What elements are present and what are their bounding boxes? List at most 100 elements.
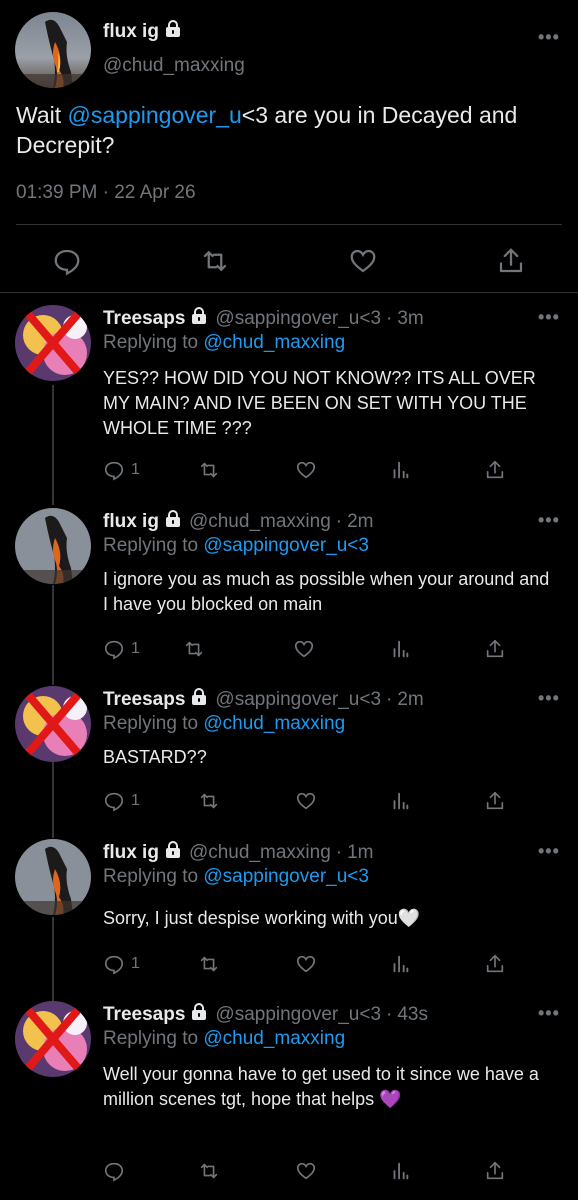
analytics-icon[interactable] <box>389 458 411 482</box>
analytics-icon[interactable] <box>389 952 411 976</box>
reply-button[interactable]: 1 <box>103 637 140 661</box>
reply-text: YES?? HOW DID YOU NOT KNOW?? ITS ALL OVE… <box>103 368 536 438</box>
thread-line <box>52 385 54 505</box>
reply-author-name[interactable]: Treesaps <box>103 1004 185 1026</box>
analytics-icon[interactable] <box>389 1159 411 1183</box>
replying-to-link[interactable]: @chud_maxxing <box>203 332 345 353</box>
retweet-icon[interactable] <box>200 246 230 276</box>
like-icon[interactable] <box>295 1159 317 1183</box>
like-icon[interactable] <box>348 246 378 276</box>
retweet-icon[interactable] <box>198 789 220 813</box>
reply-author-handle[interactable]: @sappingover_u<3 <box>215 308 381 330</box>
reply-time[interactable]: 43s <box>397 1004 428 1026</box>
divider <box>16 224 562 225</box>
retweet-icon[interactable] <box>198 1159 220 1183</box>
separator-dot: · <box>335 842 343 863</box>
main-author-handle[interactable]: @chud_maxxing <box>103 55 245 77</box>
reply-action-bar: 1 <box>103 458 508 482</box>
more-options-icon[interactable]: ••• <box>538 689 560 707</box>
like-icon[interactable] <box>295 952 317 976</box>
main-avatar[interactable] <box>15 12 91 88</box>
analytics-icon[interactable] <box>389 789 411 813</box>
share-icon[interactable] <box>484 952 506 976</box>
treesaps-avatar[interactable] <box>15 305 91 381</box>
retweet-icon[interactable] <box>183 637 205 661</box>
flux-avatar[interactable] <box>15 839 91 915</box>
analytics-icon[interactable] <box>389 637 411 661</box>
reply-text: Sorry, I just despise working with you🤍 <box>103 908 421 928</box>
replying-to: Replying to @chud_maxxing <box>103 1028 345 1050</box>
reply-author-name[interactable]: flux ig <box>103 842 159 864</box>
reply-count: 1 <box>131 640 140 657</box>
reply-author-name[interactable]: flux ig <box>103 511 159 533</box>
main-tweet-timestamp[interactable]: 01:39 PM · 22 Apr 26 <box>16 182 196 204</box>
share-icon[interactable] <box>496 246 526 276</box>
replying-label: Replying to <box>103 1028 199 1049</box>
reply-count: 1 <box>131 792 140 809</box>
replying-to-link[interactable]: @chud_maxxing <box>203 713 345 734</box>
reply-button[interactable]: 1 <box>103 789 140 813</box>
retweet-icon[interactable] <box>198 952 220 976</box>
more-options-icon[interactable]: ••• <box>538 1004 560 1022</box>
reply-author-handle[interactable]: @sappingover_u<3 <box>215 1004 381 1026</box>
reply-header: flux ig @chud_maxxing · 2m <box>103 510 374 534</box>
lock-icon <box>164 841 182 865</box>
treesaps-avatar[interactable] <box>15 686 91 762</box>
reply-icon[interactable] <box>52 246 82 276</box>
replying-to: Replying to @sappingover_u<3 <box>103 535 369 557</box>
reply-author-name[interactable]: Treesaps <box>103 689 185 711</box>
reply-count: 1 <box>131 955 140 972</box>
reply-author-handle[interactable]: @chud_maxxing <box>189 511 331 533</box>
more-options-icon[interactable]: ••• <box>538 28 560 46</box>
like-icon[interactable] <box>295 458 317 482</box>
reply-text: I ignore you as much as possible when yo… <box>103 569 550 614</box>
reply-author-name[interactable]: Treesaps <box>103 308 185 330</box>
main-author-name[interactable]: flux ig <box>103 20 182 44</box>
reply-action-bar: 1 <box>103 789 508 813</box>
share-icon[interactable] <box>484 458 506 482</box>
lock-icon <box>190 1003 208 1027</box>
reply-button[interactable] <box>103 1159 131 1183</box>
separator-dot: · <box>386 689 393 710</box>
reply-time[interactable]: 1m <box>347 842 373 864</box>
reply-author-handle[interactable]: @chud_maxxing <box>189 842 331 864</box>
reply-action-bar: 1 <box>103 637 508 661</box>
lock-icon <box>190 688 208 712</box>
reply-author-handle[interactable]: @sappingover_u<3 <box>215 689 381 711</box>
reply-button[interactable]: 1 <box>103 952 140 976</box>
lock-icon <box>164 510 182 534</box>
replying-label: Replying to <box>103 713 199 734</box>
replying-label: Replying to <box>103 535 199 556</box>
main-mention-link[interactable]: @sappingover_u <box>68 102 242 128</box>
reply-time[interactable]: 2m <box>347 511 373 533</box>
replying-label: Replying to <box>103 332 199 353</box>
reply-header: flux ig @chud_maxxing · 1m <box>103 841 374 865</box>
replying-to-link[interactable]: @sappingover_u<3 <box>203 535 369 556</box>
share-icon[interactable] <box>484 637 506 661</box>
reply-time[interactable]: 3m <box>397 308 423 330</box>
more-options-icon[interactable]: ••• <box>538 842 560 860</box>
replying-to: Replying to @chud_maxxing <box>103 332 345 354</box>
replying-to: Replying to @chud_maxxing <box>103 713 345 735</box>
thread-line <box>52 585 54 685</box>
reply-button[interactable]: 1 <box>103 458 140 482</box>
retweet-icon[interactable] <box>198 458 220 482</box>
reply-text: Well your gonna have to get used to it s… <box>103 1064 539 1109</box>
separator-dot: · <box>386 308 393 329</box>
reply-count: 1 <box>131 461 140 478</box>
more-options-icon[interactable]: ••• <box>538 308 560 326</box>
flux-avatar[interactable] <box>15 508 91 584</box>
reply-text: BASTARD?? <box>103 747 207 767</box>
like-icon[interactable] <box>293 637 315 661</box>
separator-dot: · <box>386 1004 393 1025</box>
reply-time[interactable]: 2m <box>397 689 423 711</box>
share-icon[interactable] <box>484 1159 506 1183</box>
share-icon[interactable] <box>484 789 506 813</box>
replying-to-link[interactable]: @chud_maxxing <box>203 1028 345 1049</box>
reply-action-bar <box>103 1159 508 1183</box>
thread-line <box>52 762 54 838</box>
more-options-icon[interactable]: ••• <box>538 511 560 529</box>
like-icon[interactable] <box>295 789 317 813</box>
replying-to-link[interactable]: @sappingover_u<3 <box>203 866 369 887</box>
treesaps-avatar[interactable] <box>15 1001 91 1077</box>
